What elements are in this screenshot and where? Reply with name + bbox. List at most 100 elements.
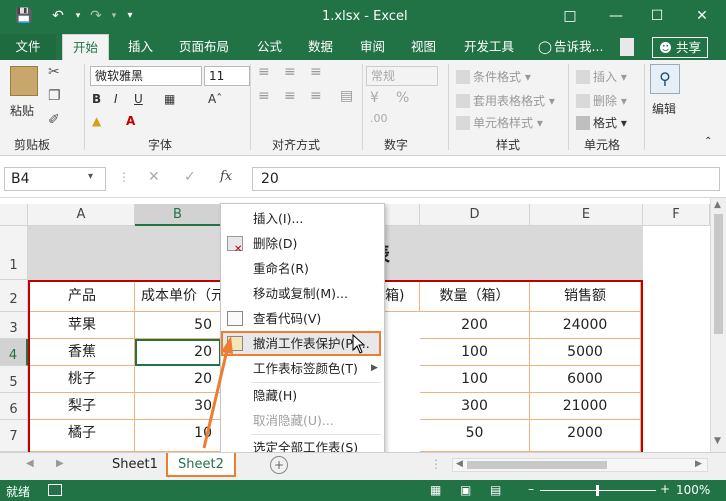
scroll-down-icon[interactable]: ▼: [714, 436, 721, 446]
delete-cells-button[interactable]: 删除 ▾: [576, 92, 627, 109]
menu-item-hide[interactable]: 隐藏(H): [221, 383, 384, 408]
column-header-f[interactable]: F: [643, 204, 710, 226]
number-format-select[interactable]: 常规: [366, 66, 438, 86]
ribbon-display-icon[interactable]: □: [554, 4, 586, 28]
column-header-b[interactable]: B: [135, 204, 221, 226]
row-header-4[interactable]: 4: [0, 339, 28, 366]
header-cell[interactable]: 销售额: [530, 282, 641, 312]
increase-font-icon[interactable]: Aˆ: [208, 92, 222, 106]
border-icon[interactable]: ▦: [164, 92, 175, 106]
tab-file[interactable]: 文件: [0, 34, 56, 60]
prev-sheet-icon[interactable]: ◀: [26, 458, 34, 469]
fill-color-icon[interactable]: ▲: [92, 114, 101, 128]
search-icon[interactable]: ⚲: [650, 64, 680, 94]
header-cell[interactable]: 产品: [30, 282, 135, 312]
cut-icon[interactable]: ✂: [48, 64, 60, 80]
close-button[interactable]: ✕: [686, 4, 718, 28]
align-middle-icon[interactable]: ≡: [284, 64, 296, 80]
cell-style-button[interactable]: 单元格样式 ▾: [456, 114, 543, 131]
sales-cell[interactable]: 6000: [530, 366, 641, 393]
header-cell[interactable]: 箱): [385, 282, 420, 312]
menu-item-rename[interactable]: 重命名(R): [221, 256, 384, 281]
macro-record-icon[interactable]: [48, 484, 62, 496]
align-center-icon[interactable]: ≡: [284, 88, 296, 104]
tab-split-icon[interactable]: ⋮: [430, 457, 442, 471]
hscroll-thumb[interactable]: [467, 461, 607, 469]
quantity-cell[interactable]: 100: [420, 366, 530, 393]
tell-me-input[interactable]: 告诉我...: [554, 34, 603, 60]
sheet-tab-sheet1[interactable]: Sheet1: [102, 453, 169, 478]
sales-cell[interactable]: 2000: [530, 420, 641, 452]
table-format-button[interactable]: 套用表格格式 ▾: [456, 92, 555, 109]
column-header-c[interactable]: [385, 204, 420, 226]
row-header-7[interactable]: 7: [0, 420, 28, 452]
add-sheet-icon[interactable]: +: [270, 456, 288, 474]
tab-view[interactable]: 视图: [411, 34, 436, 60]
scroll-thumb[interactable]: [714, 214, 723, 334]
font-size-select[interactable]: 11: [204, 66, 250, 86]
align-left-icon[interactable]: ≡: [258, 88, 270, 104]
redo-icon[interactable]: ↷: [86, 6, 106, 26]
maximize-button[interactable]: ☐: [641, 4, 673, 28]
name-box-dropdown-icon[interactable]: ▾: [88, 171, 93, 182]
tab-formulas[interactable]: 公式: [257, 34, 282, 60]
underline-icon[interactable]: U: [134, 92, 143, 106]
tab-data[interactable]: 数据: [308, 34, 333, 60]
menu-item-move-copy[interactable]: 移动或复制(M)...: [221, 281, 384, 306]
row-header-2[interactable]: 2: [0, 280, 28, 312]
enter-icon[interactable]: ✓: [184, 169, 196, 185]
select-all-corner[interactable]: [0, 204, 28, 226]
quantity-cell[interactable]: 200: [420, 312, 530, 339]
product-cell[interactable]: 桃子: [30, 366, 135, 393]
sales-cell[interactable]: 5000: [530, 339, 641, 366]
insert-cells-button[interactable]: 插入 ▾: [576, 68, 627, 85]
row-header-3[interactable]: 3: [0, 312, 28, 339]
quantity-cell[interactable]: 100: [420, 339, 530, 366]
format-painter-icon[interactable]: ✐: [48, 112, 60, 128]
zoom-level[interactable]: 100%: [676, 483, 710, 497]
page-break-view-icon[interactable]: ▤: [490, 483, 501, 497]
align-bottom-icon[interactable]: ≡: [310, 64, 322, 80]
conditional-format-button[interactable]: 条件格式 ▾: [456, 68, 531, 85]
account-avatar[interactable]: [620, 38, 634, 56]
scroll-up-icon[interactable]: ▲: [714, 200, 721, 210]
row-header-6[interactable]: 6: [0, 393, 28, 420]
tab-home[interactable]: 开始: [62, 34, 110, 60]
font-name-select[interactable]: 微软雅黑: [90, 66, 202, 86]
row-header-5[interactable]: 5: [0, 366, 28, 393]
collapse-ribbon-icon[interactable]: ⌃: [704, 136, 712, 147]
zoom-slider-thumb[interactable]: [596, 485, 599, 496]
cancel-icon[interactable]: ✕: [148, 169, 160, 185]
column-header-a[interactable]: A: [28, 204, 135, 226]
menu-item-insert[interactable]: 插入(I)...: [221, 206, 384, 231]
vertical-scrollbar[interactable]: ▲ ▼: [710, 198, 726, 452]
sales-cell[interactable]: 24000: [530, 312, 641, 339]
format-cells-button[interactable]: 格式 ▾: [576, 114, 627, 131]
paste-button[interactable]: 粘贴: [10, 102, 34, 119]
bold-icon[interactable]: B: [92, 92, 101, 106]
paste-icon[interactable]: [10, 66, 38, 96]
tab-page-layout[interactable]: 页面布局: [179, 34, 229, 60]
formula-input[interactable]: 20: [252, 167, 720, 191]
share-button[interactable]: ☻ 共享: [652, 37, 709, 58]
copy-icon[interactable]: ❐: [48, 88, 61, 104]
header-cell[interactable]: 数量（箱）: [420, 282, 530, 312]
zoom-out-icon[interactable]: –: [528, 482, 534, 496]
product-cell[interactable]: 香蕉: [30, 339, 135, 366]
align-right-icon[interactable]: ≡: [310, 88, 322, 104]
column-header-d[interactable]: D: [420, 204, 530, 226]
italic-icon[interactable]: I: [114, 92, 118, 106]
undo-dropdown-icon[interactable]: ▾: [68, 6, 88, 26]
tab-insert[interactable]: 插入: [128, 34, 153, 60]
percent-icon[interactable]: %: [396, 90, 409, 106]
decimal-icon[interactable]: .00: [370, 112, 388, 125]
scroll-left-icon[interactable]: ◀: [456, 459, 463, 469]
align-top-icon[interactable]: ≡: [258, 64, 270, 80]
horizontal-scrollbar[interactable]: ◀ ▶: [452, 458, 708, 472]
sales-cell[interactable]: 21000: [530, 393, 641, 420]
header-cell[interactable]: 成本单价（元: [135, 282, 221, 312]
normal-view-icon[interactable]: ▦: [430, 483, 441, 497]
insert-function-icon[interactable]: fx: [220, 169, 232, 184]
zoom-in-icon[interactable]: +: [660, 482, 670, 496]
menu-item-tab-color[interactable]: 工作表标签颜色(T) ▶: [221, 356, 384, 381]
